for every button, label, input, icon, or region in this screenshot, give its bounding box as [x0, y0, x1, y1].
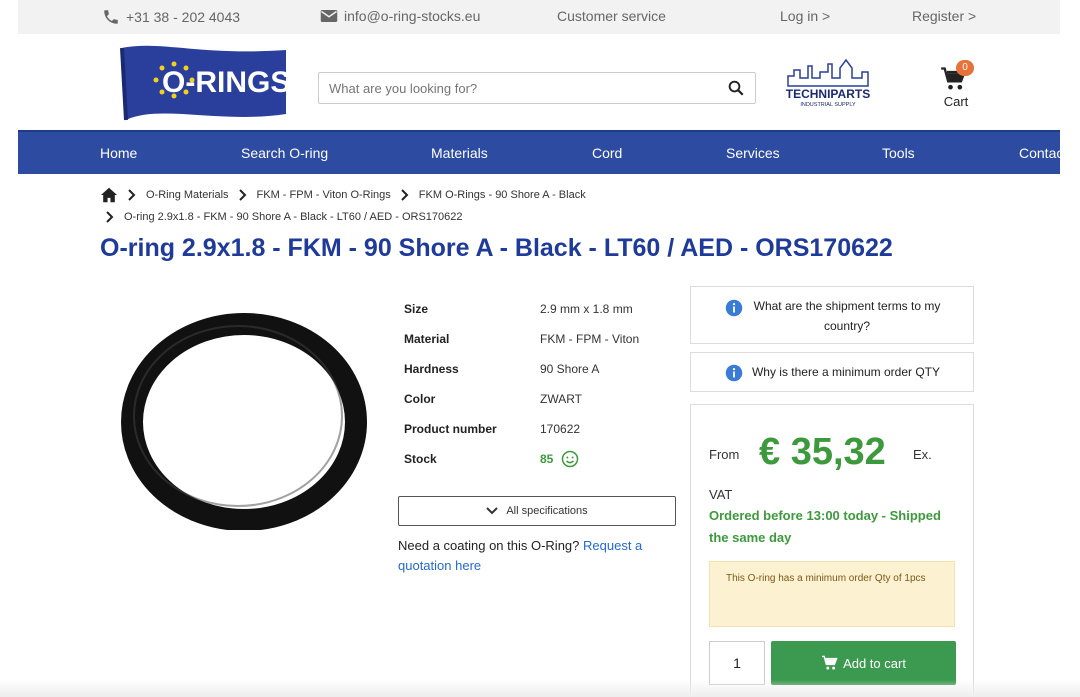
chevron-right-icon — [128, 189, 136, 201]
techniparts-text: TECHNIPARTS — [786, 87, 870, 101]
email-address: info@o-ring-stocks.eu — [344, 8, 481, 24]
chevron-right-icon — [401, 189, 409, 201]
min-order-notice: This O-ring has a minimum order Qty of 1… — [709, 561, 955, 627]
spec-row: Size 2.9 mm x 1.8 mm — [404, 296, 676, 326]
nav-item-materials[interactable]: Materials — [431, 145, 488, 161]
main-navigation: Home Search O-ring Materials Cord Servic… — [18, 130, 1063, 174]
login-label: Log in > — [780, 8, 831, 24]
customer-service-link[interactable]: Customer service — [557, 8, 666, 24]
top-utility-bar: +31 38 - 202 4043 info@o-ring-stocks.eu … — [18, 0, 1060, 34]
breadcrumb-item[interactable]: O-Ring Materials — [146, 189, 229, 201]
spec-label: Stock — [404, 452, 437, 466]
techniparts-subtext: INDUSTRIAL SUPPLY — [800, 102, 856, 108]
product-page: +31 38 - 202 4043 info@o-ring-stocks.eu … — [0, 0, 1080, 697]
chevron-right-icon — [106, 211, 114, 223]
stock-value-wrap: 85 — [540, 450, 579, 468]
nav-item-home[interactable]: Home — [100, 145, 137, 161]
spec-row: Color ZWART — [404, 386, 676, 416]
coating-request: Need a coating on this O-Ring? Request a… — [398, 536, 673, 576]
spec-label: Hardness — [404, 362, 459, 376]
techniparts-logo[interactable]: TECHNIPARTS INDUSTRIAL SUPPLY — [782, 56, 874, 108]
spec-label: Material — [404, 332, 450, 346]
nav-item-services[interactable]: Services — [726, 145, 780, 161]
cart-count-badge: 0 — [956, 60, 974, 76]
page-title: O-ring 2.9x1.8 - FKM - 90 Shore A - Blac… — [100, 234, 893, 262]
cart-icon — [822, 655, 838, 670]
search-input[interactable] — [319, 73, 709, 103]
chevron-right-icon — [238, 189, 246, 201]
spec-value: 2.9 mm x 1.8 mm — [540, 302, 633, 316]
spec-value: 170622 — [540, 422, 581, 436]
product-image[interactable] — [110, 310, 380, 531]
vat-label: VAT — [709, 487, 733, 502]
info-icon — [725, 364, 743, 382]
min-order-info-box[interactable]: Why is there a minimum order QTY — [690, 352, 974, 392]
coating-text: Need a coating on this O-Ring? — [398, 538, 580, 553]
breadcrumb-current: O-ring 2.9x1.8 - FKM - 90 Shore A - Blac… — [124, 211, 463, 223]
breadcrumb-item[interactable]: FKM O-Rings - 90 Shore A - Black — [419, 189, 586, 201]
shipment-terms-box[interactable]: What are the shipment terms to my countr… — [690, 286, 974, 344]
cart-label: Cart — [943, 94, 969, 109]
spec-value: FKM - FPM - Viton — [540, 332, 640, 346]
quantity-input[interactable]: 1 — [709, 641, 765, 685]
register-label: Register > — [912, 8, 977, 24]
spec-label: Color — [404, 392, 436, 406]
phone-icon — [104, 10, 118, 24]
search-bar[interactable] — [318, 72, 756, 104]
spec-row: Hardness 90 Shore A — [404, 356, 676, 386]
shipping-note: Ordered before 13:00 today - Shipped the… — [709, 508, 941, 545]
breadcrumb: O-Ring Materials FKM - FPM - Viton O-Rin… — [100, 184, 586, 228]
spec-label: Size — [404, 302, 429, 316]
ex-label: Ex. — [913, 447, 932, 462]
spec-row: Product number 170622 — [404, 416, 676, 446]
logo-text: O-RINGS — [162, 66, 290, 99]
all-specifications-label: All specifications — [506, 505, 588, 517]
spec-row: Material FKM - FPM - Viton — [404, 326, 676, 356]
spec-value: 90 Shore A — [540, 362, 600, 376]
smiley-icon — [562, 450, 579, 468]
price-box: From € 35,32 Ex. VAT Ordered before 13:0… — [690, 404, 974, 697]
specifications-table: Size 2.9 mm x 1.8 mm Material FKM - FPM - … — [404, 296, 676, 476]
phone-number: +31 38 - 202 4043 — [126, 9, 241, 25]
customer-service-label: Customer service — [557, 8, 666, 24]
email-contact[interactable]: info@o-ring-stocks.eu — [320, 8, 480, 24]
search-icon[interactable] — [727, 79, 745, 102]
spec-value: ZWART — [540, 392, 582, 406]
price-value: € 35,32 — [759, 431, 886, 473]
min-order-question: Why is there a minimum order QTY — [751, 365, 941, 379]
nav-item-tools[interactable]: Tools — [882, 145, 915, 161]
nav-item-contact[interactable]: Contac — [1019, 145, 1063, 161]
nav-item-search-oring[interactable]: Search O-ring — [241, 145, 328, 161]
info-icon — [725, 299, 743, 317]
home-icon[interactable] — [100, 187, 118, 203]
add-to-cart-label: Add to cart — [843, 655, 906, 671]
stock-value: 85 — [540, 452, 554, 466]
flag-logo-icon: O-RINGS — [120, 45, 290, 121]
shipment-terms-question: What are the shipment terms to my countr… — [753, 299, 941, 333]
cart-button[interactable]: 0 Cart — [936, 60, 976, 114]
register-link[interactable]: Register > — [912, 8, 976, 24]
from-label: From — [709, 447, 740, 462]
add-to-cart-button[interactable]: Add to cart — [771, 641, 956, 685]
techniparts-skyline-icon: TECHNIPARTS INDUSTRIAL SUPPLY — [786, 58, 870, 108]
site-logo[interactable]: O-RINGS — [100, 42, 290, 122]
mail-icon — [320, 10, 338, 22]
spec-label: Product number — [404, 422, 497, 436]
spec-row: Stock 85 — [404, 446, 676, 476]
login-link[interactable]: Log in > — [780, 8, 830, 24]
nav-item-cord[interactable]: Cord — [592, 145, 622, 161]
all-specifications-button[interactable]: All specifications — [398, 496, 676, 526]
phone-contact[interactable]: +31 38 - 202 4043 — [102, 8, 240, 26]
breadcrumb-item[interactable]: FKM - FPM - Viton O-Rings — [257, 189, 391, 201]
oring-image — [121, 313, 367, 531]
site-header: O-RINGS TECHNIPARTS INDUSTRIAL SUPPLY 0 … — [18, 34, 1060, 130]
bottom-fade — [0, 680, 1080, 697]
chevron-down-icon — [486, 507, 499, 515]
